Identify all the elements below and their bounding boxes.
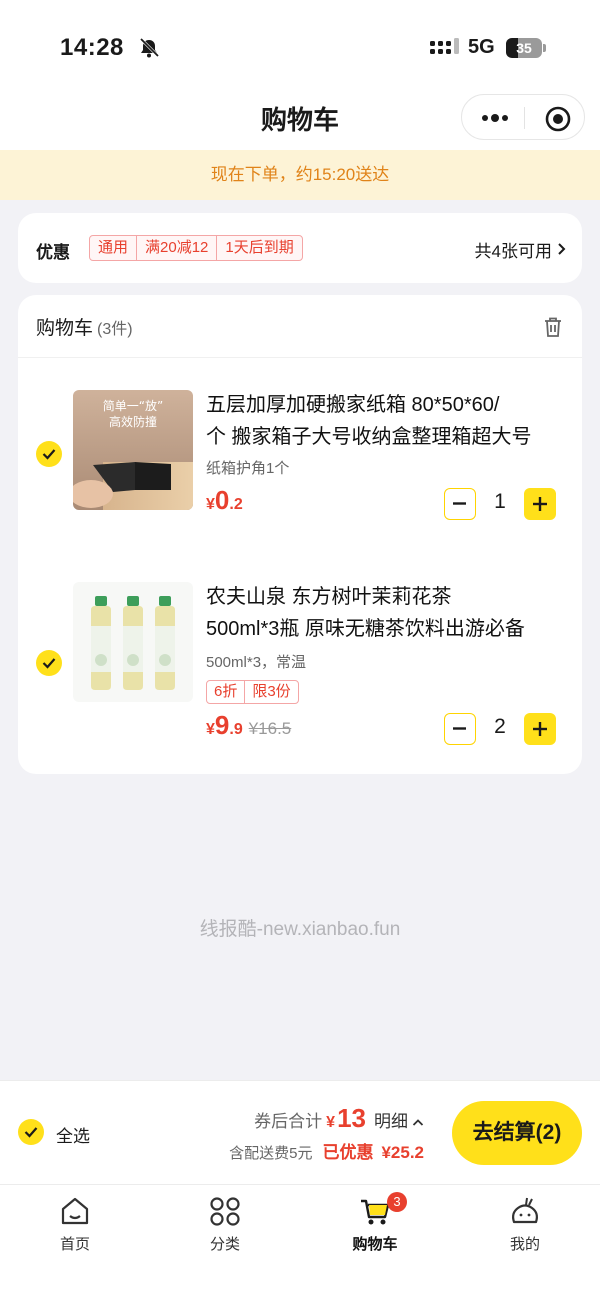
coupon-tag-type: 通用 [98, 239, 129, 256]
thumb-caption-2: 高效防撞 [109, 414, 157, 429]
product-price: ¥9.9 ¥16.5 [206, 710, 291, 741]
product-name[interactable]: 农夫山泉 东方树叶茉莉花茶 500ml*3瓶 原味无糖茶饮料出游必备 [206, 581, 561, 645]
product-name-line2: 个 搬家箱子大号收纳盒整理箱超大号 [206, 426, 532, 448]
status-time: 14:28 [60, 34, 124, 61]
fee-summary: 含配送费5元 已优惠 ¥25.2 [229, 1138, 424, 1163]
item-checkbox[interactable] [36, 441, 62, 467]
price-decimal: .9 [229, 721, 243, 738]
coupon-card[interactable]: 优惠 通用 满20减12 1天后到期 共4张可用 [18, 213, 582, 283]
original-price: ¥16.5 [248, 719, 292, 738]
chevron-up-icon[interactable] [412, 1118, 424, 1127]
quantity-stepper: 2 [444, 713, 556, 745]
coupon-label: 优惠 [36, 243, 70, 262]
bell-muted-icon [139, 37, 160, 58]
saved-amount: ¥25.2 [381, 1143, 424, 1162]
more-icon[interactable] [480, 105, 510, 131]
select-all-checkbox[interactable] [18, 1119, 44, 1145]
tab-label: 首页 [59, 1236, 90, 1253]
profile-icon [512, 1197, 538, 1224]
tab-label: 购物车 [352, 1236, 398, 1253]
coupon-tag: 通用 满20减12 1天后到期 [89, 235, 303, 261]
tab-category[interactable]: 分类 [175, 1195, 275, 1255]
cart-title: 购物车 [36, 318, 94, 339]
tab-label: 我的 [509, 1236, 540, 1253]
increase-button[interactable] [524, 488, 556, 520]
discount-badge: 6折 [214, 683, 238, 700]
product-image[interactable] [73, 582, 193, 702]
network-type: 5G [468, 36, 495, 58]
quantity-value[interactable]: 2 [476, 715, 524, 739]
total-label: 券后合计 [254, 1112, 323, 1131]
nav-bar: 购物车 [0, 92, 600, 150]
limit-badge: 限3份 [244, 681, 297, 703]
checkout-bar: 全选 券后合计 ¥ 13 明细 含配送费5元 已优惠 ¥25.2 去结算(2) [0, 1080, 600, 1184]
total-amount: 13 [337, 1103, 366, 1133]
trash-icon[interactable] [542, 316, 564, 338]
thumb-caption-1: 简单一“放” [103, 398, 163, 413]
promo-badges: 6折 限3份 [206, 680, 299, 704]
price-integer: 9 [214, 710, 230, 740]
product-name-line1: 农夫山泉 东方树叶茉莉花茶 [206, 586, 452, 608]
check-icon [42, 449, 56, 460]
check-icon [42, 658, 56, 669]
home-icon [61, 1197, 89, 1225]
coupon-tag-rule: 满20减12 [136, 236, 216, 260]
coupon-available-link[interactable]: 共4张可用 [475, 237, 552, 262]
minus-icon [453, 727, 466, 730]
quantity-stepper: 1 [444, 488, 556, 520]
tab-profile[interactable]: 我的 [475, 1195, 575, 1255]
item-checkbox[interactable] [36, 650, 62, 676]
product-image[interactable]: 简单一“放” 高效防撞 [73, 390, 193, 510]
cart-count: (3件) [97, 321, 133, 338]
coupon-tag-expiry: 1天后到期 [216, 236, 301, 260]
select-all-label[interactable]: 全选 [56, 1122, 90, 1147]
increase-button[interactable] [524, 713, 556, 745]
divider [18, 357, 582, 358]
check-icon [24, 1127, 38, 1138]
watermark: 线报酷-new.xianbao.fun [199, 919, 401, 940]
detail-link[interactable]: 明细 [374, 1107, 408, 1132]
product-name-line1: 五层加厚加硬搬家纸箱 80*50*60/ [206, 394, 500, 416]
decrease-button[interactable] [444, 713, 476, 745]
product-price: ¥0.2 [206, 485, 243, 516]
price-decimal: .2 [229, 496, 243, 513]
delivery-notice: 现在下单，约15:20送达 [0, 150, 600, 200]
battery-tip [543, 44, 546, 52]
cart-card: 购物车 (3件) 简单一“放” 高效防撞 五层加厚加硬搬家纸箱 80*50*60… [18, 295, 582, 774]
quantity-value[interactable]: 1 [476, 490, 524, 514]
status-bar: 14:28 5G 35 [0, 0, 600, 92]
price-integer: 0 [214, 485, 230, 515]
tab-home[interactable]: 首页 [25, 1195, 125, 1255]
tab-cart[interactable]: 3 购物车 [325, 1192, 425, 1255]
signal-icon [430, 38, 459, 54]
tab-label: 分类 [209, 1236, 240, 1253]
product-spec: 500ml*3，常温 [206, 654, 307, 671]
product-name-line2: 500ml*3瓶 原味无糖茶饮料出游必备 [206, 618, 525, 640]
battery-level: 35 [516, 40, 532, 56]
product-name[interactable]: 五层加厚加硬搬家纸箱 80*50*60/ 个 搬家箱子大号收纳盒整理箱超大号 [206, 389, 561, 453]
shipping-fee: 含配送费5元 [229, 1145, 313, 1162]
plus-icon [533, 722, 547, 736]
product-spec: 纸箱护角1个 [206, 460, 290, 477]
category-icon [210, 1197, 240, 1226]
plus-icon [533, 497, 547, 511]
price-currency: ¥ [206, 496, 215, 513]
total-currency: ¥ [326, 1114, 336, 1131]
minus-icon [453, 502, 466, 505]
capsule-divider [524, 107, 525, 129]
checkout-button[interactable]: 去结算(2) [452, 1101, 582, 1165]
battery-icon: 35 [506, 38, 542, 58]
total-summary: 券后合计 ¥ 13 明细 [254, 1103, 424, 1134]
saved-label: 已优惠 [322, 1143, 374, 1162]
chevron-right-icon [558, 243, 566, 255]
cart-badge: 3 [387, 1192, 407, 1212]
close-miniprogram-icon[interactable] [544, 105, 572, 133]
price-currency: ¥ [206, 721, 215, 738]
decrease-button[interactable] [444, 488, 476, 520]
mini-program-capsule [461, 94, 585, 140]
cart-header: 购物车 (3件) [36, 313, 133, 340]
tab-bar: 首页 分类 3 购物车 我的 [0, 1184, 600, 1304]
